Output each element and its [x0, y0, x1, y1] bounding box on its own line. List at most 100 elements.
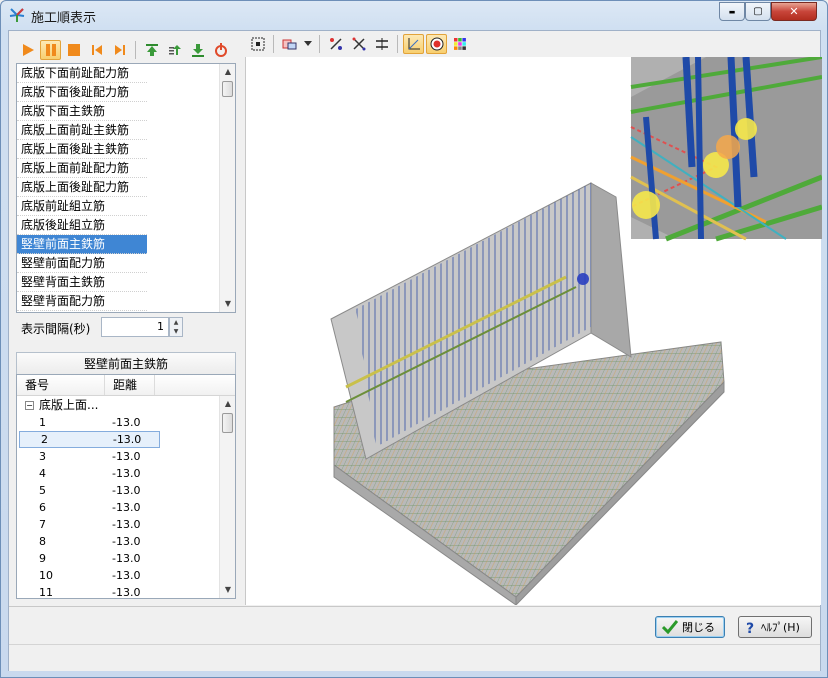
cell-number: 1 — [39, 416, 46, 429]
rebar-cross-button[interactable] — [348, 34, 369, 54]
rebar-select-button[interactable] — [325, 34, 346, 54]
grid-header: 番号 距離 — [17, 375, 235, 396]
process-list-item[interactable]: 底版下面後趾配力筋 — [17, 83, 147, 102]
detail-title: 竪壁前面主鉄筋 — [16, 352, 236, 374]
spin-down-icon[interactable]: ▼ — [170, 327, 182, 336]
group-row[interactable]: − 底版上面... — [17, 396, 235, 414]
process-list[interactable]: 底版下面前趾配力筋 底版下面後趾配力筋 底版下面主鉄筋 底版上面前趾主鉄筋 底版上面後趾… — [16, 63, 236, 313]
maximize-button[interactable]: ▢ — [745, 2, 771, 21]
process-list-scrollbar[interactable]: ▲ ▼ — [219, 64, 235, 312]
table-row[interactable]: 1 -13.0 — [17, 414, 235, 431]
toolbar-separator — [397, 35, 398, 53]
title-bar[interactable]: 施工順表示 ▬ ▢ ✕ — [1, 1, 827, 29]
color-grid-button[interactable] — [449, 34, 470, 54]
reset-button[interactable] — [210, 40, 231, 60]
minimize-button[interactable]: ▬ — [719, 2, 745, 21]
collapse-icon[interactable]: − — [25, 400, 34, 410]
last-step-button[interactable] — [109, 40, 130, 60]
status-bar — [9, 644, 820, 671]
scroll-up-icon[interactable]: ▲ — [220, 396, 235, 412]
table-row[interactable]: 6 -13.0 — [17, 499, 235, 516]
move-up-icon — [168, 45, 181, 55]
table-row[interactable]: 7 -13.0 — [17, 516, 235, 533]
cell-number: 2 — [19, 431, 106, 448]
scroll-thumb[interactable] — [222, 81, 233, 97]
pause-button[interactable] — [40, 40, 61, 60]
process-list-item[interactable]: 竪壁背面主鉄筋 — [17, 273, 147, 292]
column-header-no[interactable]: 番号 — [17, 375, 105, 395]
table-row[interactable]: 3 -13.0 — [17, 448, 235, 465]
cell-distance: -13.0 — [112, 467, 141, 480]
table-row[interactable]: 9 -13.0 — [17, 550, 235, 567]
move-up-button[interactable] — [164, 40, 185, 60]
stop-button[interactable] — [63, 40, 84, 60]
cell-number: 10 — [39, 569, 53, 582]
cell-distance: -13.0 — [105, 431, 160, 448]
scroll-up-icon[interactable]: ▲ — [220, 64, 235, 80]
detail-grid-scrollbar[interactable]: ▲ ▼ — [219, 396, 235, 598]
rebar-select-icon — [329, 38, 342, 50]
cell-number: 8 — [39, 535, 46, 548]
group-label: 底版上面... — [39, 398, 99, 412]
axis-toggle-button[interactable] — [403, 34, 424, 54]
align-button[interactable] — [371, 34, 392, 54]
process-list-item[interactable]: 底版上面後趾主鉄筋 — [17, 140, 147, 159]
fit-view-icon — [251, 37, 264, 51]
process-list-item[interactable]: 底版下面主鉄筋 — [17, 102, 147, 121]
table-row[interactable]: 10 -13.0 — [17, 567, 235, 584]
app-window: 施工順表示 ▬ ▢ ✕ 底版下面前趾配力筋 底版下面後趾配力筋 底版下面主鉄筋 … — [0, 0, 828, 678]
cell-distance: -13.0 — [112, 552, 141, 565]
interval-input[interactable]: 1 — [101, 317, 169, 337]
scroll-down-icon[interactable]: ▼ — [220, 296, 235, 312]
color-grid-icon — [453, 38, 466, 50]
spin-up-icon[interactable]: ▲ — [170, 318, 182, 327]
process-list-item[interactable]: 竪壁背面配力筋 — [17, 292, 147, 311]
cell-number: 3 — [39, 450, 46, 463]
app-icon — [9, 8, 25, 22]
process-list-item[interactable]: 竪壁前面主鉄筋 — [17, 235, 147, 254]
table-row[interactable]: 8 -13.0 — [17, 533, 235, 550]
view-mode-dropdown[interactable] — [302, 34, 314, 54]
table-row[interactable]: 4 -13.0 — [17, 465, 235, 482]
table-row[interactable]: 5 -13.0 — [17, 482, 235, 499]
move-down-button[interactable] — [187, 40, 208, 60]
close-button[interactable]: 閉じる — [655, 616, 725, 638]
checkmark-icon — [662, 620, 678, 634]
table-row[interactable]: 2 -13.0 — [19, 431, 160, 448]
rebar-3d-model — [330, 55, 823, 607]
maximize-icon: ▢ — [753, 6, 763, 17]
move-top-icon — [145, 44, 158, 56]
process-list-item[interactable]: 底版上面前趾主鉄筋 — [17, 121, 147, 140]
cell-number: 9 — [39, 552, 46, 565]
process-list-item[interactable]: 底版上面後趾配力筋 — [17, 178, 147, 197]
view-mode-button[interactable] — [279, 34, 300, 54]
target-button[interactable] — [426, 34, 447, 54]
last-step-icon — [114, 45, 125, 55]
close-window-button[interactable]: ✕ — [771, 2, 817, 21]
scroll-thumb[interactable] — [222, 413, 233, 433]
process-list-item[interactable]: 竪壁前面配力筋 — [17, 254, 147, 273]
view-mode-icon — [282, 39, 296, 50]
cell-number: 7 — [39, 518, 46, 531]
scroll-down-icon[interactable]: ▼ — [220, 582, 235, 598]
help-button[interactable]: ? ﾍﾙﾌﾟ(H) — [738, 616, 812, 638]
move-top-button[interactable] — [141, 40, 162, 60]
process-list-item[interactable]: 底版前趾組立筋 — [17, 197, 147, 216]
play-icon — [22, 44, 34, 56]
view-toolbar — [247, 33, 477, 55]
toolbar-separator — [319, 35, 320, 53]
process-list-item[interactable]: 底版下面前趾配力筋 — [17, 64, 147, 83]
fit-view-button[interactable] — [247, 34, 268, 54]
detail-grid[interactable]: 番号 距離 − 底版上面... 1 -13.0 2 -13.0 3 -13.0 4 -13.0… — [16, 374, 236, 599]
first-step-button[interactable] — [86, 40, 107, 60]
3d-viewer[interactable] — [245, 55, 823, 607]
process-list-item[interactable]: 底版上面前趾配力筋 — [17, 159, 147, 178]
interval-spinner[interactable]: ▲ ▼ — [169, 317, 183, 337]
grid-rows: 1 -13.0 2 -13.0 3 -13.0 4 -13.0 5 -13.0 6 -13.0 7 -13… — [17, 414, 235, 598]
table-row[interactable]: 11 -13.0 — [17, 584, 235, 598]
process-list-item[interactable]: 底版後趾組立筋 — [17, 216, 147, 235]
dropdown-arrow-icon — [304, 41, 312, 46]
play-button[interactable] — [17, 40, 38, 60]
column-header-distance[interactable]: 距離 — [105, 375, 155, 395]
cell-distance: -13.0 — [112, 484, 141, 497]
